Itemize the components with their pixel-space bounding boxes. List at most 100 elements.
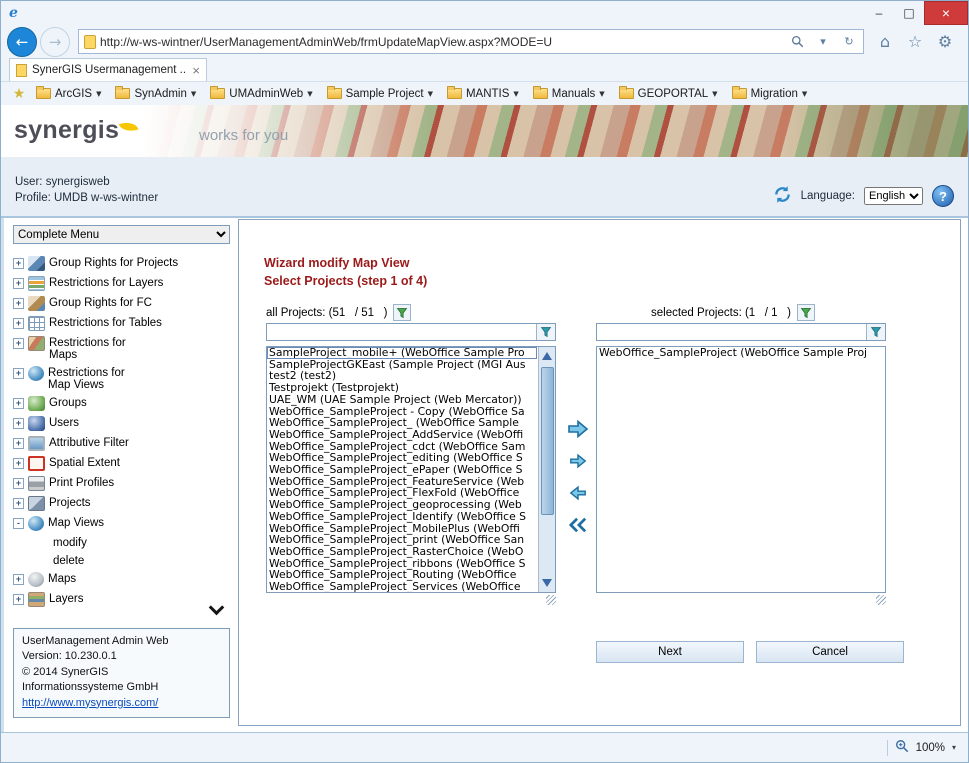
expander-icon[interactable]: + xyxy=(13,298,24,309)
apply-filter-right-button[interactable] xyxy=(866,324,885,340)
list-scrollbar[interactable] xyxy=(538,347,555,592)
tree-item-groups[interactable]: +Groups xyxy=(13,393,230,413)
tree-item-restrictions-map-views[interactable]: +Restrictions for Map Views xyxy=(13,363,230,393)
refresh-icon[interactable]: ↻ xyxy=(838,31,860,52)
tree-item-users[interactable]: +Users xyxy=(13,413,230,433)
settings-gear-icon[interactable]: ⚙ xyxy=(932,29,958,55)
list-item[interactable]: SampleProject_mobile+ (WebOffice Sample … xyxy=(267,347,537,359)
add-favorite-star-icon[interactable]: ★ xyxy=(7,86,31,102)
resize-grip[interactable] xyxy=(876,595,886,605)
list-item[interactable]: WebOffice_SampleProject_ePaper (WebOffic… xyxy=(267,464,537,476)
tree-item-map-views[interactable]: -Map Views xyxy=(13,513,230,533)
tree-item-restrictions-maps[interactable]: +Restrictions for Maps xyxy=(13,333,230,363)
expander-icon[interactable]: + xyxy=(13,368,24,379)
tree-item-modify[interactable]: modify xyxy=(13,533,230,551)
favorite-item-sample-project[interactable]: Sample Project▼ xyxy=(322,88,442,100)
language-label: Language: xyxy=(801,190,855,202)
minimize-button[interactable]: – xyxy=(864,1,894,25)
favorite-item-synadmin[interactable]: SynAdmin▼ xyxy=(110,88,205,100)
list-item[interactable]: UAE_WM (UAE Sample Project (Web Mercator… xyxy=(267,394,537,406)
address-bar[interactable]: http://w-ws-wintner/UserManagementAdminW… xyxy=(78,29,864,54)
selected-projects-filter-input[interactable] xyxy=(597,324,866,340)
filter-selected-projects-button[interactable] xyxy=(797,304,815,321)
list-item[interactable]: WebOffice_SampleProject_Services (WebOff… xyxy=(267,581,537,593)
user-value: synergisweb xyxy=(46,176,110,188)
expander-icon[interactable]: + xyxy=(13,438,24,449)
tree-scroll-down-icon[interactable] xyxy=(206,602,226,616)
resize-grip[interactable] xyxy=(546,595,556,605)
statusbar-divider xyxy=(887,740,888,756)
tree-item-projects[interactable]: +Projects xyxy=(13,493,230,513)
forward-button[interactable]: → xyxy=(40,27,70,57)
all-projects-filter-box xyxy=(266,323,556,341)
scrollbar-thumb[interactable] xyxy=(541,367,554,515)
synergis-link[interactable]: http://www.mysynergis.com/ xyxy=(22,697,158,709)
home-icon[interactable]: ⌂ xyxy=(872,29,898,55)
list-item[interactable]: WebOffice_SampleProject (WebOffice Sampl… xyxy=(597,347,885,359)
all-projects-filter-input[interactable] xyxy=(267,324,536,340)
language-select[interactable]: English xyxy=(864,187,923,205)
favorite-item-migration[interactable]: Migration▼ xyxy=(727,88,817,100)
tab-close-icon[interactable]: × xyxy=(192,63,200,78)
tree-item-delete[interactable]: delete xyxy=(13,551,230,569)
selected-projects-list[interactable]: WebOffice_SampleProject (WebOffice Sampl… xyxy=(596,346,886,593)
folder-icon xyxy=(533,88,548,99)
move-left-button[interactable] xyxy=(564,480,592,506)
close-button[interactable]: × xyxy=(924,1,968,25)
expander-icon[interactable]: + xyxy=(13,574,24,585)
expander-icon[interactable]: + xyxy=(13,258,24,269)
list-item[interactable]: WebOffice_SampleProject_RasterChoice (We… xyxy=(267,546,537,558)
cancel-button[interactable]: Cancel xyxy=(756,641,904,663)
menu-mode-select[interactable]: Complete Menu xyxy=(13,225,230,244)
move-left-all-button[interactable] xyxy=(564,512,592,538)
tree-item-maps[interactable]: +Maps xyxy=(13,569,230,589)
expander-icon[interactable]: + xyxy=(13,478,24,489)
next-button[interactable]: Next xyxy=(596,641,744,663)
expander-icon[interactable]: + xyxy=(13,318,24,329)
expander-icon[interactable]: + xyxy=(13,594,24,605)
tree-item-attributive-filter[interactable]: +Attributive Filter xyxy=(13,433,230,453)
all-projects-list[interactable]: SampleProject_mobile+ (WebOffice Sample … xyxy=(266,346,556,593)
zoom-caret-icon[interactable]: ▾ xyxy=(952,743,956,752)
list-item[interactable]: WebOffice_SampleProject_AddService (WebO… xyxy=(267,429,537,441)
tree-item-restrictions-layers[interactable]: +Restrictions for Layers xyxy=(13,273,230,293)
reload-language-icon[interactable] xyxy=(773,185,792,207)
zoom-level[interactable]: 100% xyxy=(916,742,945,754)
tree-item-spatial-extent[interactable]: +Spatial Extent xyxy=(13,453,230,473)
zoom-icon[interactable] xyxy=(895,739,909,756)
tree-item-label: modify xyxy=(53,536,87,549)
expander-icon[interactable]: + xyxy=(13,278,24,289)
tree-item-restrictions-tables[interactable]: +Restrictions for Tables xyxy=(13,313,230,333)
apply-filter-left-button[interactable] xyxy=(536,324,555,340)
back-button[interactable]: ← xyxy=(7,27,37,57)
url-text[interactable]: http://w-ws-wintner/UserManagementAdminW… xyxy=(100,35,782,49)
favorite-item-manuals[interactable]: Manuals▼ xyxy=(528,88,614,100)
filter-all-projects-button[interactable] xyxy=(393,304,411,321)
scroll-up-icon[interactable] xyxy=(539,347,555,365)
tree-item-group-rights-fc[interactable]: +Group Rights for FC xyxy=(13,293,230,313)
favorite-item-geoportal[interactable]: GEOPORTAL▼ xyxy=(614,88,727,100)
expander-icon[interactable]: + xyxy=(13,338,24,349)
browser-tab[interactable]: SynerGIS Usermanagement ... × xyxy=(9,58,207,81)
tree-item-print-profiles[interactable]: +Print Profiles xyxy=(13,473,230,493)
favorite-item-mantis[interactable]: MANTIS▼ xyxy=(442,88,528,100)
scroll-down-icon[interactable] xyxy=(539,574,555,592)
maximize-button[interactable]: □ xyxy=(894,1,924,25)
favorites-icon[interactable]: ☆ xyxy=(902,29,928,55)
tree-item-group-rights-projects[interactable]: +Group Rights for Projects xyxy=(13,253,230,273)
favorite-item-umadminweb[interactable]: UMAdminWeb▼ xyxy=(205,88,321,100)
expander-icon[interactable]: + xyxy=(13,498,24,509)
collapse-icon[interactable]: - xyxy=(13,518,24,529)
search-icon[interactable] xyxy=(786,31,808,52)
expander-icon[interactable]: + xyxy=(13,398,24,409)
help-icon[interactable]: ? xyxy=(932,185,954,207)
tree-item-layers[interactable]: +Layers xyxy=(13,589,230,609)
expander-icon[interactable]: + xyxy=(13,418,24,429)
move-right-all-button[interactable] xyxy=(564,416,592,442)
move-right-button[interactable] xyxy=(564,448,592,474)
favorite-item-arcgis[interactable]: ArcGIS▼ xyxy=(31,88,110,100)
autocomplete-caret-icon[interactable]: ▾ xyxy=(812,31,834,52)
list-item[interactable]: WebOffice_SampleProject_Identify (WebOff… xyxy=(267,511,537,523)
about-app-name: UserManagement Admin Web xyxy=(22,634,221,649)
expander-icon[interactable]: + xyxy=(13,458,24,469)
